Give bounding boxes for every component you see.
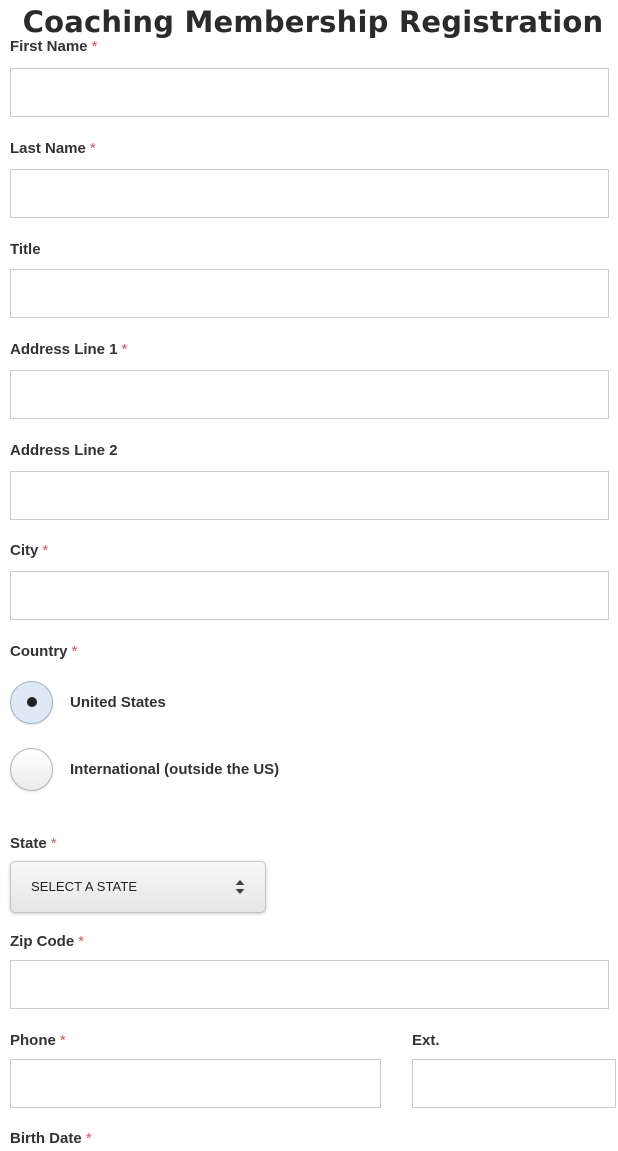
zip-code-label: Zip Code * (10, 933, 84, 951)
last-name-label-text: Last Name (10, 140, 86, 157)
country-option-label: United States (70, 693, 166, 711)
zip-code-input[interactable] (10, 960, 609, 1009)
first-name-input[interactable] (10, 68, 609, 117)
last-name-label: Last Name * (10, 140, 96, 158)
state-select[interactable]: SELECT A STATE (10, 861, 266, 913)
required-marker: * (42, 542, 49, 559)
title-label: Title (10, 241, 41, 259)
required-marker: * (71, 643, 78, 660)
ext-label: Ext. (412, 1032, 440, 1050)
phone-label: Phone * (10, 1032, 66, 1050)
required-marker: * (121, 341, 128, 358)
required-marker: * (78, 933, 85, 950)
city-input[interactable] (10, 571, 609, 620)
address-line-2-label-text: Address Line 2 (10, 442, 118, 459)
first-name-label-text: First Name (10, 38, 88, 55)
title-input[interactable] (10, 269, 609, 318)
city-label: City * (10, 542, 48, 560)
city-label-text: City (10, 542, 39, 559)
phone-label-text: Phone (10, 1032, 56, 1049)
address-line-1-input[interactable] (10, 370, 609, 419)
address-line-2-input[interactable] (10, 471, 609, 520)
address-line-1-label-text: Address Line 1 (10, 341, 118, 358)
country-label-text: Country (10, 643, 68, 660)
country-label: Country * (10, 643, 77, 661)
phone-input[interactable] (10, 1059, 381, 1108)
radio-button[interactable] (10, 747, 53, 791)
required-marker: * (85, 1130, 92, 1147)
required-marker: * (89, 140, 96, 157)
address-line-1-label: Address Line 1 * (10, 341, 127, 359)
required-marker: * (59, 1032, 66, 1049)
country-option-label: International (outside the US) (70, 760, 280, 778)
required-marker: * (50, 835, 57, 852)
country-option-united-states[interactable]: United States (10, 680, 166, 724)
birth-date-label-text: Birth Date (10, 1130, 82, 1147)
ext-label-text: Ext. (412, 1032, 440, 1049)
up-down-arrows-icon (235, 880, 245, 894)
zip-code-label-text: Zip Code (10, 933, 75, 950)
state-label: State * (10, 835, 57, 853)
state-select-value: SELECT A STATE (31, 879, 138, 894)
country-option-international[interactable]: International (outside the US) (10, 747, 280, 791)
page-title: Coaching Membership Registration (22, 5, 604, 39)
radio-button-selected[interactable] (10, 680, 53, 724)
required-marker: * (91, 38, 98, 55)
first-name-label: First Name * (10, 38, 97, 56)
title-label-text: Title (10, 241, 41, 258)
address-line-2-label: Address Line 2 (10, 442, 118, 460)
state-label-text: State (10, 835, 47, 852)
last-name-input[interactable] (10, 169, 609, 218)
ext-input[interactable] (412, 1059, 616, 1108)
radio-selected-dot (26, 697, 37, 707)
birth-date-label: Birth Date * (10, 1130, 92, 1148)
